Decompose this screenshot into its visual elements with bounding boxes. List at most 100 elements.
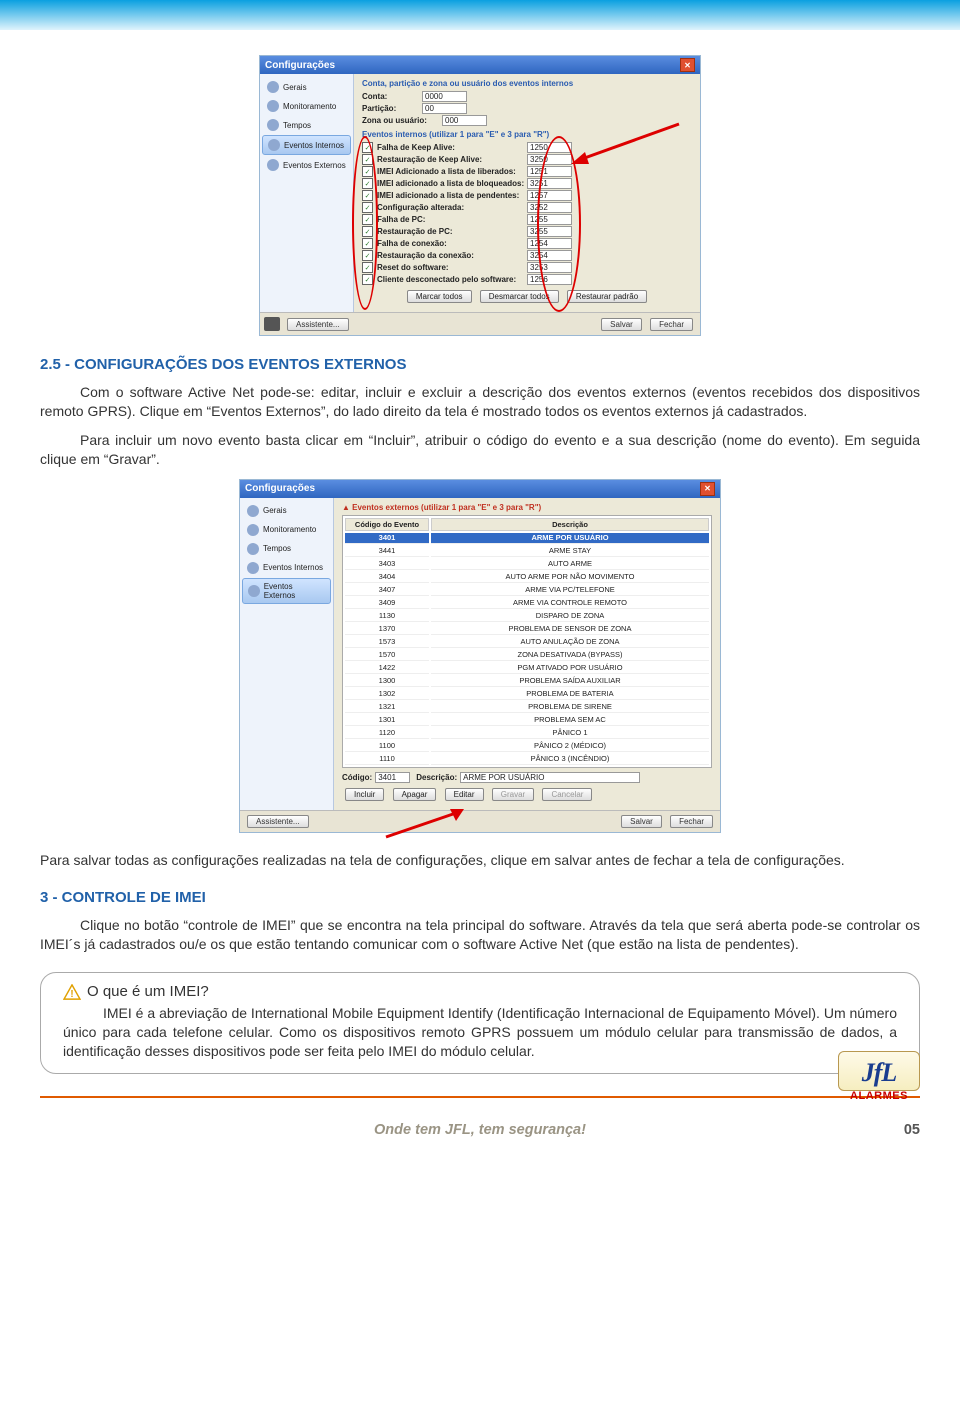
table-row[interactable]: 1301PROBLEMA SEM AC bbox=[345, 715, 709, 726]
cancelar-button[interactable]: Cancelar bbox=[542, 788, 592, 801]
table-row[interactable]: 3404AUTO ARME POR NÃO MOVIMENTO bbox=[345, 572, 709, 583]
gravar-button[interactable]: Gravar bbox=[492, 788, 534, 801]
list-header: Eventos internos (utilizar 1 para "E" e … bbox=[362, 130, 692, 139]
close-icon[interactable]: ✕ bbox=[700, 482, 715, 496]
cell-descricao: ARME POR USUÁRIO bbox=[431, 533, 709, 544]
sidebar-item-tempos[interactable]: Tempos bbox=[242, 540, 331, 558]
event-code-input[interactable]: 1257 bbox=[527, 190, 572, 201]
particao-input[interactable]: 00 bbox=[422, 103, 467, 114]
sidebar-item-gerais[interactable]: Gerais bbox=[262, 78, 351, 96]
sidebar-item-eventos-internos[interactable]: Eventos Internos bbox=[242, 559, 331, 577]
event-code-input[interactable]: 3255 bbox=[527, 226, 572, 237]
table-row[interactable]: 3401ARME POR USUÁRIO bbox=[345, 533, 709, 544]
fechar-button[interactable]: Fechar bbox=[650, 318, 693, 331]
event-label: Restauração da conexão: bbox=[377, 251, 527, 260]
table-row[interactable]: 1321PROBLEMA DE SIRENE bbox=[345, 702, 709, 713]
editar-button[interactable]: Editar bbox=[445, 788, 484, 801]
conta-input[interactable]: 0000 bbox=[422, 91, 467, 102]
checkbox[interactable]: ✓ bbox=[362, 226, 373, 237]
event-label: Configuração alterada: bbox=[377, 203, 527, 212]
window-titlebar: Configurações ✕ bbox=[260, 56, 700, 74]
cell-descricao: PROBLEMA SEM AC bbox=[431, 715, 709, 726]
event-ext-icon bbox=[267, 159, 279, 171]
sidebar-item-eventos-externos[interactable]: Eventos Externos bbox=[242, 578, 331, 604]
section-title: 2.5 - CONFIGURAÇÕES DOS EVENTOS EXTERNOS bbox=[40, 356, 920, 373]
event-code-input[interactable]: 3250 bbox=[527, 154, 572, 165]
sidebar-item-eventos-externos[interactable]: Eventos Externos bbox=[262, 156, 351, 174]
event-code-input[interactable]: 3254 bbox=[527, 250, 572, 261]
table-row[interactable]: 1120PÂNICO 1 bbox=[345, 728, 709, 739]
checkbox[interactable]: ✓ bbox=[362, 262, 373, 273]
table-row[interactable]: 1302PROBLEMA DE BATERIA bbox=[345, 689, 709, 700]
cell-descricao: ZONA DESATIVADA (BYPASS) bbox=[431, 650, 709, 661]
salvar-button[interactable]: Salvar bbox=[621, 815, 662, 828]
cell-descricao: ARME VIA CONTROLE REMOTO bbox=[431, 598, 709, 609]
checkbox[interactable]: ✓ bbox=[362, 250, 373, 261]
field-label: Conta: bbox=[362, 92, 422, 101]
event-code-input[interactable]: 3253 bbox=[527, 262, 572, 273]
table-row[interactable]: 3409ARME VIA CONTROLE REMOTO bbox=[345, 598, 709, 609]
event-code-input[interactable]: 3251 bbox=[527, 178, 572, 189]
sidebar-item-eventos-internos[interactable]: Eventos Internos bbox=[262, 135, 351, 155]
cell-codigo: 1302 bbox=[345, 689, 429, 700]
events-table[interactable]: Código do Evento Descrição 3401ARME POR … bbox=[342, 515, 712, 768]
fechar-button[interactable]: Fechar bbox=[670, 815, 713, 828]
checkbox[interactable]: ✓ bbox=[362, 238, 373, 249]
sidebar-item-gerais[interactable]: Gerais bbox=[242, 502, 331, 520]
zona-input[interactable]: 000 bbox=[442, 115, 487, 126]
cell-codigo: 1370 bbox=[345, 624, 429, 635]
event-label: Falha de Keep Alive: bbox=[377, 143, 527, 152]
codigo-input[interactable]: 3401 bbox=[375, 772, 410, 783]
checkbox[interactable]: ✓ bbox=[362, 202, 373, 213]
cell-codigo: 1321 bbox=[345, 702, 429, 713]
apagar-button[interactable]: Apagar bbox=[393, 788, 437, 801]
sidebar-item-monitoramento[interactable]: Monitoramento bbox=[242, 521, 331, 539]
incluir-button[interactable]: Incluir bbox=[345, 788, 384, 801]
table-row[interactable]: 1130DISPARO DE ZONA bbox=[345, 611, 709, 622]
event-code-input[interactable]: 3252 bbox=[527, 202, 572, 213]
table-row[interactable]: 1110PÂNICO 3 (INCÊNDIO) bbox=[345, 754, 709, 765]
event-code-input[interactable]: 1254 bbox=[527, 238, 572, 249]
cell-descricao: DISPARO DE ZONA bbox=[431, 611, 709, 622]
table-row[interactable]: 1422PGM ATIVADO POR USUÁRIO bbox=[345, 663, 709, 674]
screenshot-eventos-internos: Configurações ✕ Gerais Monitoramento Tem… bbox=[259, 55, 701, 336]
event-code-input[interactable]: 1255 bbox=[527, 214, 572, 225]
sidebar-item-label: Eventos Internos bbox=[263, 563, 323, 572]
sidebar-item-tempos[interactable]: Tempos bbox=[262, 116, 351, 134]
checkbox[interactable]: ✓ bbox=[362, 190, 373, 201]
table-row[interactable]: 1100PÂNICO 2 (MÉDICO) bbox=[345, 741, 709, 752]
field-label: Partição: bbox=[362, 104, 422, 113]
table-row[interactable]: 3407ARME VIA PC/TELEFONE bbox=[345, 585, 709, 596]
assistente-button[interactable]: Assistente... bbox=[287, 318, 349, 331]
cell-descricao: ARME STAY bbox=[431, 546, 709, 557]
table-row[interactable]: 1573AUTO ANULAÇÃO DE ZONA bbox=[345, 637, 709, 648]
table-row[interactable]: 3403AUTO ARME bbox=[345, 559, 709, 570]
checkbox[interactable]: ✓ bbox=[362, 154, 373, 165]
checkbox[interactable]: ✓ bbox=[362, 274, 373, 285]
bulk-button-row: Marcar todos Desmarcar todos Restaurar p… bbox=[362, 286, 692, 307]
descricao-input[interactable]: ARME POR USUÁRIO bbox=[460, 772, 640, 783]
event-code-input[interactable]: 1251 bbox=[527, 166, 572, 177]
cell-descricao: PGM ATIVADO POR USUÁRIO bbox=[431, 663, 709, 674]
checkbox[interactable]: ✓ bbox=[362, 142, 373, 153]
salvar-button[interactable]: Salvar bbox=[601, 318, 642, 331]
checkbox[interactable]: ✓ bbox=[362, 166, 373, 177]
sidebar-item-label: Eventos Externos bbox=[264, 582, 325, 600]
desmarcar-todos-button[interactable]: Desmarcar todos bbox=[480, 290, 559, 303]
table-row[interactable]: 1300PROBLEMA SAÍDA AUXILIAR bbox=[345, 676, 709, 687]
table-header-codigo: Código do Evento bbox=[345, 518, 429, 531]
monitor-icon bbox=[247, 524, 259, 536]
cell-descricao: PROBLEMA SAÍDA AUXILIAR bbox=[431, 676, 709, 687]
checkbox[interactable]: ✓ bbox=[362, 214, 373, 225]
marcar-todos-button[interactable]: Marcar todos bbox=[407, 290, 472, 303]
table-row[interactable]: 3441ARME STAY bbox=[345, 546, 709, 557]
close-icon[interactable]: ✕ bbox=[680, 58, 695, 72]
table-row[interactable]: 1570ZONA DESATIVADA (BYPASS) bbox=[345, 650, 709, 661]
event-code-input[interactable]: 1250 bbox=[527, 142, 572, 153]
table-row[interactable]: 1370PROBLEMA DE SENSOR DE ZONA bbox=[345, 624, 709, 635]
event-code-input[interactable]: 1256 bbox=[527, 274, 572, 285]
sidebar-item-monitoramento[interactable]: Monitoramento bbox=[262, 97, 351, 115]
checkbox[interactable]: ✓ bbox=[362, 178, 373, 189]
restaurar-padrao-button[interactable]: Restaurar padrão bbox=[567, 290, 647, 303]
assistente-button[interactable]: Assistente... bbox=[247, 815, 309, 828]
